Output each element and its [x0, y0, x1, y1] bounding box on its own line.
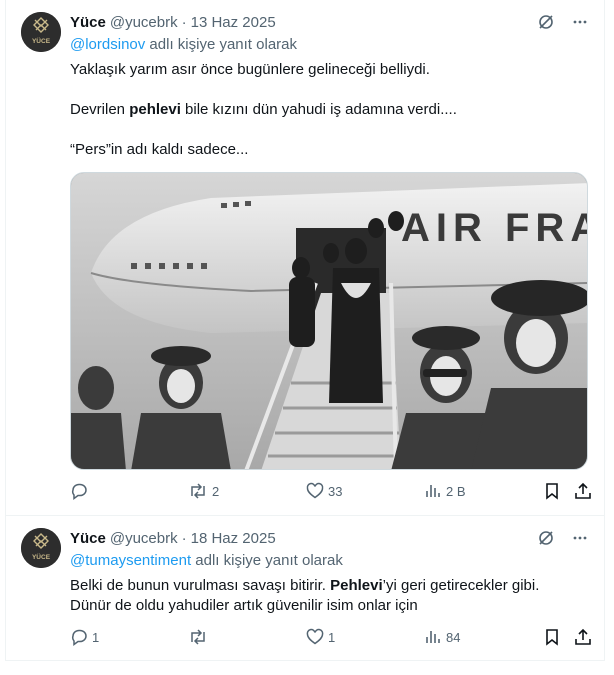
heart-icon — [306, 482, 324, 499]
avatar-label: YÜCE — [32, 552, 51, 561]
repost-icon — [191, 483, 205, 499]
tweet-paragraph: Yaklaşık yarım asır önce bugünlere gelin… — [70, 60, 457, 80]
bookmark-icon — [546, 483, 558, 500]
user-handle[interactable]: @yucebrk — [110, 14, 178, 31]
text-run-bold: Pehlevi — [330, 577, 383, 594]
airline-lettering: AIR FRANCE — [401, 206, 588, 250]
text-run: Yaklaşık yarım asır önce bugünlere gelin… — [70, 61, 430, 78]
reply-icon — [71, 629, 87, 646]
tweet-text: Belki de bunun vurulması savaşı bitirir.… — [70, 576, 539, 616]
heart-icon — [306, 628, 324, 645]
share-button[interactable] — [574, 628, 592, 646]
grok-icon[interactable] — [536, 12, 556, 32]
like-button[interactable]: 1 — [306, 628, 335, 646]
separator: · — [181, 13, 187, 31]
repost-button[interactable]: 2 — [188, 482, 219, 500]
views-button[interactable]: 2 B — [424, 482, 466, 500]
view-count: 84 — [446, 629, 461, 645]
bookmark-button[interactable] — [544, 628, 560, 646]
more-options-icon[interactable] — [570, 528, 590, 548]
share-icon — [575, 482, 591, 499]
tweet-feed: YÜCE Yüce @yucebrk · 13 Haz 2025 @lordsi… — [0, 0, 614, 675]
tweet-paragraph: Belki de bunun vurulması savaşı bitirir.… — [70, 576, 539, 596]
text-run: bile kızını dün yahudi iş adamına verdi.… — [180, 101, 457, 118]
avatar[interactable]: YÜCE — [21, 12, 61, 52]
tweet-actions: 2 33 2 B — [70, 482, 594, 502]
display-name[interactable]: Yüce — [70, 530, 106, 547]
tweet-header-actions — [536, 528, 590, 548]
tweet-actions: 1 1 84 — [70, 628, 594, 648]
views-button[interactable]: 84 — [424, 628, 460, 646]
tweet-date[interactable]: 18 Haz 2025 — [191, 530, 276, 547]
bookmark-button[interactable] — [544, 482, 560, 500]
text-run: Belki de bunun vurulması savaşı bitirir. — [70, 577, 331, 594]
tweet[interactable]: YÜCE Yüce @yucebrk · 13 Haz 2025 @lordsi… — [5, 0, 605, 516]
avatar-label: YÜCE — [32, 36, 51, 45]
grok-icon[interactable] — [536, 528, 556, 548]
like-button[interactable]: 33 — [306, 482, 342, 500]
airport-photo: AIR FRANCE — [71, 173, 588, 469]
avatar[interactable]: YÜCE — [21, 528, 61, 568]
tweet-header-actions — [536, 12, 590, 32]
share-icon — [575, 628, 591, 645]
tweet[interactable]: YÜCE Yüce @yucebrk · 18 Haz 2025 @tumays… — [5, 516, 605, 661]
more-options-icon[interactable] — [570, 12, 590, 32]
view-count: 2 B — [446, 483, 466, 499]
text-run: Dünür de oldu yahudiler artık güvenilir … — [70, 597, 418, 614]
text-run: Devrilen — [70, 101, 130, 118]
tweet-photo[interactable]: AIR FRANCE — [70, 172, 588, 470]
text-run-bold: pehlevi — [129, 101, 181, 118]
reply-mention-link[interactable]: @lordsinov — [70, 36, 145, 53]
replying-to: @tumaysentiment adlı kişiye yanıt olarak — [70, 552, 343, 569]
text-run: “Pers”in adı kaldı sadece... — [70, 141, 249, 158]
analytics-icon — [426, 485, 440, 497]
reply-icon — [71, 483, 87, 500]
like-count: 33 — [328, 483, 343, 499]
separator: · — [181, 529, 187, 547]
tweet-text: Yaklaşık yarım asır önce bugünlere gelin… — [70, 60, 457, 160]
text-run: ’yi geri getirecekler gibi. — [382, 577, 540, 594]
repost-count: 2 — [212, 483, 220, 499]
replying-to: @lordsinov adlı kişiye yanıt olarak — [70, 36, 297, 53]
user-handle[interactable]: @yucebrk — [110, 530, 178, 547]
bookmark-icon — [546, 629, 558, 646]
reply-button[interactable]: 1 — [70, 628, 99, 646]
tweet-header: Yüce @yucebrk · 13 Haz 2025 — [70, 12, 276, 32]
analytics-icon — [426, 631, 440, 643]
tweet-paragraph: “Pers”in adı kaldı sadece... — [70, 140, 457, 160]
reply-mention-link[interactable]: @tumaysentiment — [70, 552, 191, 569]
repost-button[interactable] — [188, 628, 212, 646]
reply-count: 1 — [92, 629, 100, 645]
tweet-header: Yüce @yucebrk · 18 Haz 2025 — [70, 528, 276, 548]
tweet-date[interactable]: 13 Haz 2025 — [191, 14, 276, 31]
display-name[interactable]: Yüce — [70, 14, 106, 31]
tweet-paragraph: Devrilen pehlevi bile kızını dün yahudi … — [70, 100, 457, 120]
like-count: 1 — [328, 629, 336, 645]
share-button[interactable] — [574, 482, 592, 500]
repost-icon — [191, 629, 205, 645]
tweet-paragraph: Dünür de oldu yahudiler artık güvenilir … — [70, 596, 539, 616]
reply-suffix: adlı kişiye yanıt olarak — [145, 36, 298, 53]
reply-suffix: adlı kişiye yanıt olarak — [191, 552, 343, 569]
reply-button[interactable] — [70, 482, 92, 500]
